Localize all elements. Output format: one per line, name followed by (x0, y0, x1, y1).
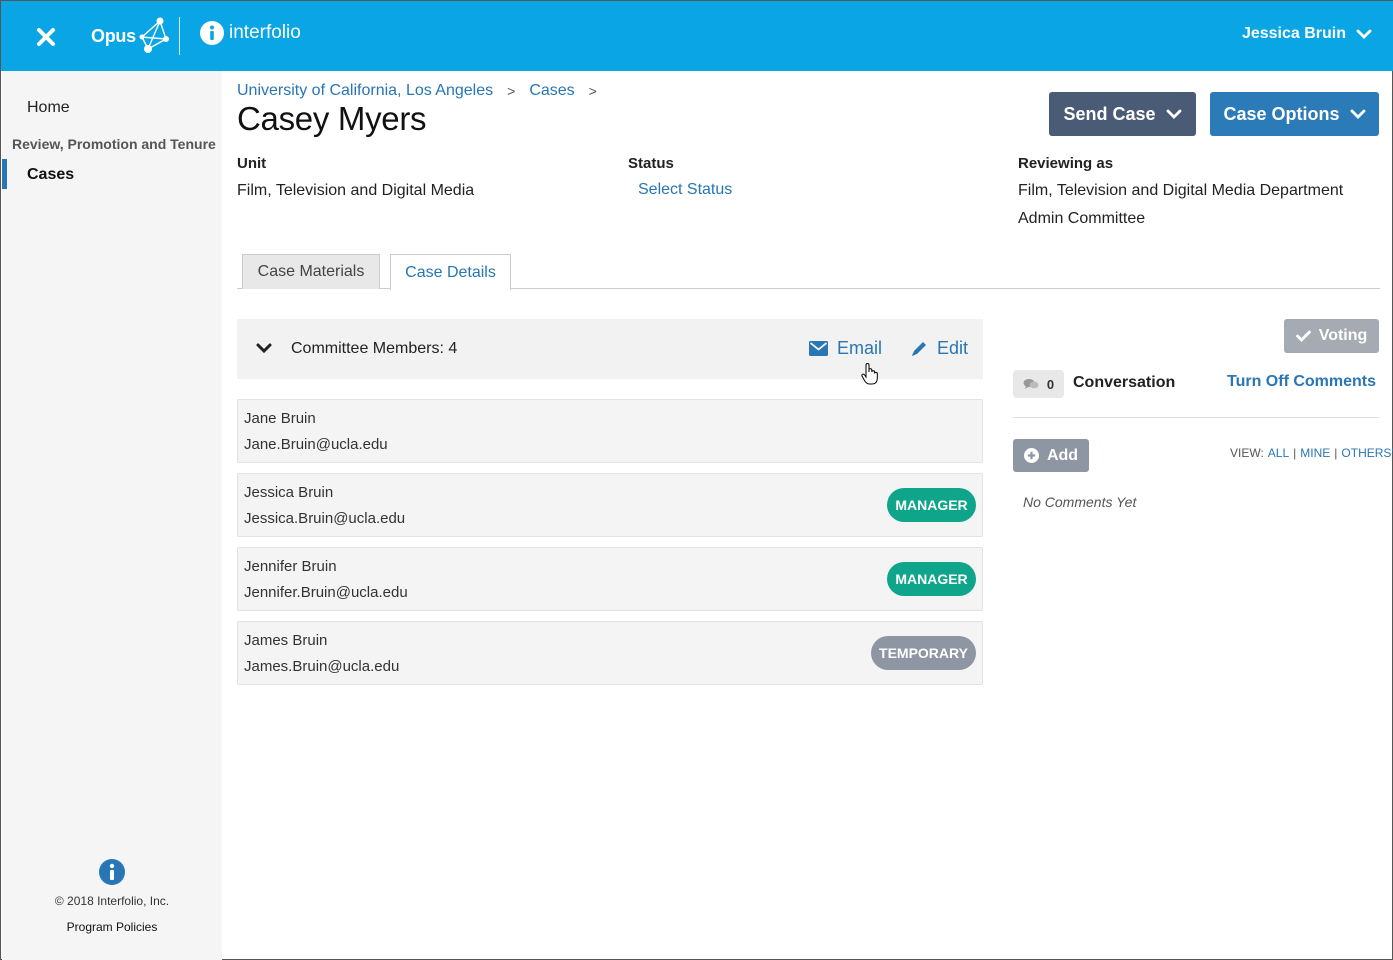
temporary-badge: TEMPORARY (871, 636, 976, 670)
sidebar-section-label: Review, Promotion and Tenure (12, 136, 216, 152)
comments-icon (1023, 379, 1039, 389)
sidebar-item-cases[interactable]: Cases (2, 159, 222, 189)
committee-member-row: Jennifer Bruin Jennifer.Bruin@ucla.edu M… (237, 547, 983, 611)
chevron-down-icon (1356, 29, 1372, 39)
add-label: Add (1046, 446, 1079, 464)
sidebar: Home Review, Promotion and Tenure Cases … (2, 71, 222, 960)
comment-count-badge: 0 (1013, 370, 1064, 398)
view-others-link[interactable]: OTHERS' (1341, 446, 1393, 460)
view-separator: | (1293, 446, 1297, 460)
edit-committee-button[interactable]: Edit (911, 338, 968, 359)
interfolio-info-icon (99, 859, 125, 890)
manager-badge: MANAGER (887, 562, 976, 596)
reviewing-value-line1: Film, Television and Digital Media Depar… (1018, 182, 1344, 199)
unit-label: Unit (237, 155, 267, 172)
chevron-down-icon[interactable] (255, 341, 273, 360)
program-policies-link[interactable]: Program Policies (2, 920, 222, 934)
reviewing-label: Reviewing as (1018, 155, 1114, 172)
pencil-icon (912, 342, 926, 356)
case-options-label: Case Options (1223, 103, 1340, 124)
member-email: Jessica.Bruin@ucla.edu (244, 510, 406, 527)
committee-member-row: Jessica Bruin Jessica.Bruin@ucla.edu MAN… (237, 473, 983, 537)
active-indicator (2, 159, 7, 189)
committee-member-row: James Bruin James.Bruin@ucla.edu TEMPORA… (237, 621, 983, 685)
close-icon[interactable] (34, 25, 58, 49)
chevron-down-icon (1350, 109, 1365, 119)
user-menu[interactable]: Jessica Bruin (1242, 25, 1372, 43)
status-label: Status (628, 155, 674, 172)
edit-label: Edit (937, 338, 969, 358)
chevron-down-icon (1166, 109, 1181, 119)
interfolio-text: interfolio (229, 22, 301, 43)
breadcrumb-university[interactable]: University of California, Los Angeles (237, 82, 493, 100)
add-comment-button[interactable]: Add (1013, 439, 1089, 472)
opus-logo[interactable]: Opus (91, 15, 170, 57)
opus-brand-text: Opus (91, 25, 136, 46)
member-email: Jane.Bruin@ucla.edu (244, 436, 388, 453)
breadcrumb-cases[interactable]: Cases (529, 82, 574, 100)
view-mine-link[interactable]: MINE (1300, 446, 1330, 460)
unit-value: Film, Television and Digital Media (237, 182, 475, 199)
select-status-link[interactable]: Select Status (638, 181, 732, 199)
app-window: Opus interfolio Jessica Bruin Home Revie… (0, 0, 1393, 960)
committee-members-count: Committee Members: 4 (291, 340, 458, 357)
conversation-title: Conversation (1073, 374, 1176, 391)
sidebar-item-home[interactable]: Home (27, 99, 70, 117)
copyright: © 2018 Interfolio, Inc. (54, 894, 170, 908)
view-separator: | (1334, 446, 1338, 460)
case-options-button[interactable]: Case Options (1210, 92, 1379, 136)
voting-label: Voting (1318, 327, 1368, 344)
logo-divider (179, 17, 180, 55)
interfolio-logo[interactable]: interfolio (200, 21, 301, 45)
conversation-divider (1013, 417, 1379, 418)
comment-count: 0 (1046, 376, 1055, 392)
reviewing-value-line2: Admin Committee (1018, 210, 1146, 227)
member-email: Jennifer.Bruin@ucla.edu (244, 584, 408, 601)
manager-badge: MANAGER (887, 488, 976, 522)
comment-view-filter: VIEW: ALL | MINE | OTHERS' (1230, 446, 1393, 460)
tab-case-materials[interactable]: Case Materials (242, 254, 380, 289)
member-name: Jennifer Bruin (244, 558, 337, 575)
member-name: Jane Bruin (244, 410, 316, 427)
sidebar-item-label: Cases (27, 166, 75, 183)
turn-off-comments-link[interactable]: Turn Off Comments (1227, 373, 1376, 391)
info-icon (200, 21, 224, 45)
tab-case-details[interactable]: Case Details (390, 254, 511, 290)
member-email: James.Bruin@ucla.edu (244, 658, 400, 675)
top-bar: Opus interfolio Jessica Bruin (1, 1, 1393, 71)
hand-cursor-icon (861, 362, 879, 390)
opus-network-icon (139, 17, 169, 53)
member-name: James Bruin (244, 632, 328, 649)
plus-circle-icon (1023, 448, 1039, 463)
send-case-button[interactable]: Send Case (1049, 92, 1196, 136)
check-icon (1295, 330, 1311, 342)
committee-member-row: Jane Bruin Jane.Bruin@ucla.edu (237, 399, 983, 463)
breadcrumb-separator: > (588, 83, 597, 99)
view-label: VIEW: (1230, 446, 1264, 460)
user-name: Jessica Bruin (1241, 25, 1346, 42)
no-comments-message: No Comments Yet (1023, 494, 1137, 510)
envelope-icon (809, 341, 828, 356)
breadcrumb-separator: > (507, 83, 516, 99)
page-title: Casey Myers (237, 100, 427, 137)
voting-button[interactable]: Voting (1284, 319, 1379, 353)
breadcrumb: University of California, Los Angeles > … (237, 82, 611, 100)
email-committee-button[interactable]: Email (809, 338, 882, 359)
view-all-link[interactable]: ALL (1268, 446, 1289, 460)
send-case-label: Send Case (1063, 103, 1156, 124)
email-label: Email (837, 338, 883, 358)
member-name: Jessica Bruin (244, 484, 334, 501)
